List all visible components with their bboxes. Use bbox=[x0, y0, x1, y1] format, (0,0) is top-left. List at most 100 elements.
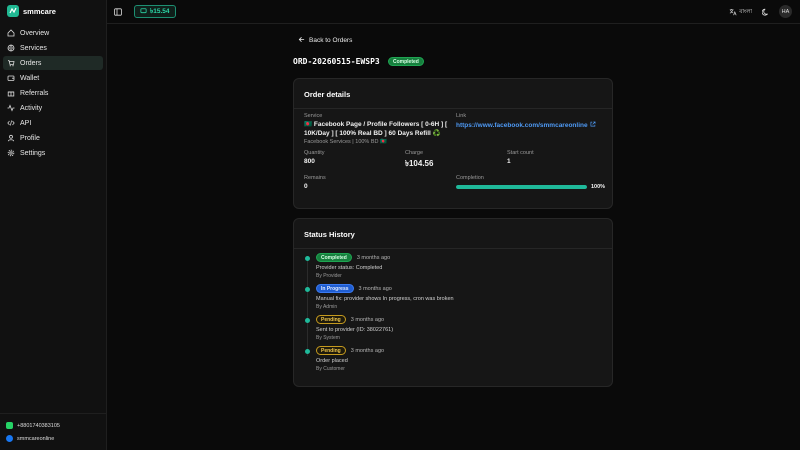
sidebar-item-activity[interactable]: Activity bbox=[3, 101, 103, 115]
sidebar-item-label: API bbox=[20, 119, 32, 127]
moon-icon[interactable] bbox=[761, 8, 770, 18]
brand[interactable]: smmcare bbox=[7, 5, 56, 17]
start-count-value: 1 bbox=[507, 158, 511, 165]
home-icon bbox=[7, 29, 15, 37]
entry-author: By Provider bbox=[316, 273, 342, 279]
brand-logo-icon bbox=[7, 5, 19, 17]
gift-icon bbox=[7, 89, 15, 97]
sidebar-item-services[interactable]: Services bbox=[3, 41, 103, 55]
entry-time: 3 months ago bbox=[358, 285, 392, 292]
facebook-handle: smmcareonline bbox=[17, 435, 55, 442]
sidebar-item-label: Wallet bbox=[20, 74, 40, 82]
timeline-dot bbox=[305, 287, 310, 292]
sidebar-item-overview[interactable]: Overview bbox=[3, 26, 103, 40]
link-label: Link bbox=[456, 113, 467, 119]
entry-author: By System bbox=[316, 335, 340, 341]
entry-time: 3 months ago bbox=[350, 347, 385, 354]
order-link[interactable]: https://www.facebook.com/smmcareonline bbox=[456, 121, 596, 129]
remains-field: Remains 0 bbox=[304, 175, 326, 190]
card-divider bbox=[294, 248, 612, 249]
status-badge: Pending bbox=[316, 346, 346, 355]
sidebar: smmcare Overview Services Orders Wallet … bbox=[0, 0, 107, 450]
order-details-title: Order details bbox=[304, 90, 351, 99]
translate-icon bbox=[729, 8, 737, 18]
sidebar-item-api[interactable]: API bbox=[3, 116, 103, 130]
avatar[interactable]: HA bbox=[779, 5, 792, 18]
user-icon bbox=[7, 134, 15, 142]
link-field: Link https://www.facebook.com/smmcareonl… bbox=[456, 113, 596, 129]
sidebar-item-label: Profile bbox=[20, 134, 40, 142]
language-switcher[interactable]: বাংলা bbox=[729, 8, 752, 18]
sidebar-nav: Overview Services Orders Wallet Referral… bbox=[3, 26, 103, 161]
activity-icon bbox=[7, 104, 15, 112]
timeline-dot bbox=[305, 318, 310, 323]
facebook-icon bbox=[6, 435, 13, 442]
remains-label: Remains bbox=[304, 175, 326, 181]
status-badge: In Progress bbox=[316, 284, 354, 293]
status-history-card: Status History Completed 3 months ago Pr… bbox=[293, 218, 613, 387]
wallet-icon bbox=[7, 74, 15, 82]
sidebar-footer: +8801740383105 smmcareonline bbox=[0, 413, 107, 450]
sidebar-item-label: Services bbox=[20, 44, 47, 52]
sidebar-item-wallet[interactable]: Wallet bbox=[3, 71, 103, 85]
service-field: Service 🇧🇩 Facebook Page / Profile Follo… bbox=[304, 113, 464, 145]
service-label: Service bbox=[304, 113, 323, 119]
entry-note: Order placed bbox=[316, 358, 348, 364]
completion-progress: 100% bbox=[456, 184, 605, 190]
remains-value: 0 bbox=[304, 183, 308, 190]
start-count-label: Start count bbox=[507, 150, 534, 156]
completion-field: Completion 100% bbox=[456, 175, 605, 190]
brand-name: smmcare bbox=[23, 6, 56, 16]
card-divider bbox=[294, 108, 612, 109]
back-label: Back to Orders bbox=[309, 37, 353, 44]
entry-note: Provider status: Completed bbox=[316, 265, 383, 271]
sidebar-item-label: Activity bbox=[20, 104, 43, 112]
order-status-badge: Completed bbox=[388, 57, 424, 66]
entry-note: Manual fix: provider shows In progress, … bbox=[316, 296, 454, 302]
sidebar-item-orders[interactable]: Orders bbox=[3, 56, 103, 70]
timeline-dot bbox=[305, 256, 310, 261]
external-link-icon bbox=[590, 121, 596, 129]
progress-track bbox=[456, 185, 587, 189]
language-label: বাংলা bbox=[739, 9, 752, 15]
sidebar-item-referrals[interactable]: Referrals bbox=[3, 86, 103, 100]
sidebar-toggle-icon[interactable] bbox=[114, 8, 122, 18]
quantity-field: Quantity 800 bbox=[304, 150, 324, 165]
cart-icon bbox=[7, 59, 15, 67]
status-history-title: Status History bbox=[304, 230, 355, 239]
globe-icon bbox=[7, 44, 15, 52]
completion-percent: 100% bbox=[591, 184, 606, 190]
sidebar-item-settings[interactable]: Settings bbox=[3, 146, 103, 160]
status-badge: Pending bbox=[316, 315, 346, 324]
completion-label: Completion bbox=[456, 175, 484, 181]
sidebar-item-profile[interactable]: Profile bbox=[3, 131, 103, 145]
service-category: Facebook Services | 100% BD 🇧🇩 bbox=[304, 139, 387, 145]
whatsapp-icon bbox=[6, 422, 13, 429]
balance-badge[interactable]: ৳15.54 bbox=[134, 5, 176, 18]
whatsapp-contact[interactable]: +8801740383105 bbox=[6, 419, 101, 432]
quantity-label: Quantity bbox=[304, 150, 325, 156]
entry-note: Sent to provider (ID: 38022761) bbox=[316, 327, 394, 333]
sidebar-item-label: Overview bbox=[20, 29, 50, 37]
sidebar-item-label: Orders bbox=[20, 59, 42, 67]
order-id: ORD-20260515-EWSP3 bbox=[293, 57, 380, 66]
entry-author: By Customer bbox=[316, 366, 345, 372]
gear-icon bbox=[7, 149, 15, 157]
entry-time: 3 months ago bbox=[350, 316, 385, 323]
charge-field: Charge ৳104.56 bbox=[405, 150, 433, 171]
quantity-value: 800 bbox=[304, 158, 315, 165]
charge-value: ৳104.56 bbox=[405, 159, 434, 168]
progress-fill bbox=[456, 185, 587, 189]
code-icon bbox=[7, 119, 15, 127]
topbar: ৳15.54 বাংলা HA bbox=[107, 0, 800, 24]
whatsapp-number: +8801740383105 bbox=[17, 422, 60, 429]
sidebar-item-label: Referrals bbox=[20, 89, 49, 97]
status-badge: Completed bbox=[316, 253, 352, 262]
entry-time: 3 months ago bbox=[356, 254, 391, 261]
order-details-card: Order details Service 🇧🇩 Facebook Page /… bbox=[293, 78, 613, 209]
back-to-orders-link[interactable]: Back to Orders bbox=[298, 36, 352, 45]
facebook-contact[interactable]: smmcareonline bbox=[6, 432, 101, 445]
arrow-left-icon bbox=[298, 36, 305, 45]
entry-author: By Admin bbox=[316, 304, 338, 310]
timeline-line bbox=[307, 257, 308, 356]
